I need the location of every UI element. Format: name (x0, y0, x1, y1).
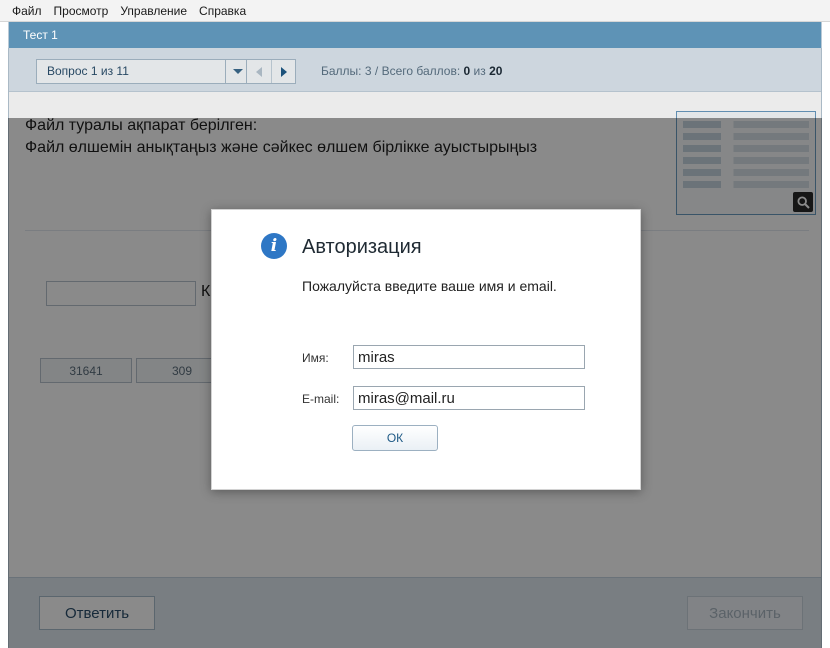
email-label: E-mail: (302, 392, 340, 406)
test-title: Тест 1 (9, 22, 821, 48)
authorization-dialog: i Авторизация Пожалуйста введите ваше им… (211, 209, 641, 490)
menu-item-file[interactable]: Файл (6, 0, 48, 22)
toolbar-shade (8, 48, 822, 118)
menu-item-manage[interactable]: Управление (114, 0, 193, 22)
dialog-message: Пожалуйста введите ваше имя и email. (302, 278, 557, 294)
menu-item-view[interactable]: Просмотр (48, 0, 115, 22)
name-label: Имя: (302, 351, 329, 365)
menu-bar: Файл Просмотр Управление Справка (0, 0, 830, 22)
email-input[interactable] (353, 386, 585, 410)
menu-item-help[interactable]: Справка (193, 0, 252, 22)
ok-button[interactable]: ОК (352, 425, 438, 451)
name-input[interactable] (353, 345, 585, 369)
dialog-title: Авторизация (302, 236, 422, 258)
info-icon: i (261, 233, 287, 259)
